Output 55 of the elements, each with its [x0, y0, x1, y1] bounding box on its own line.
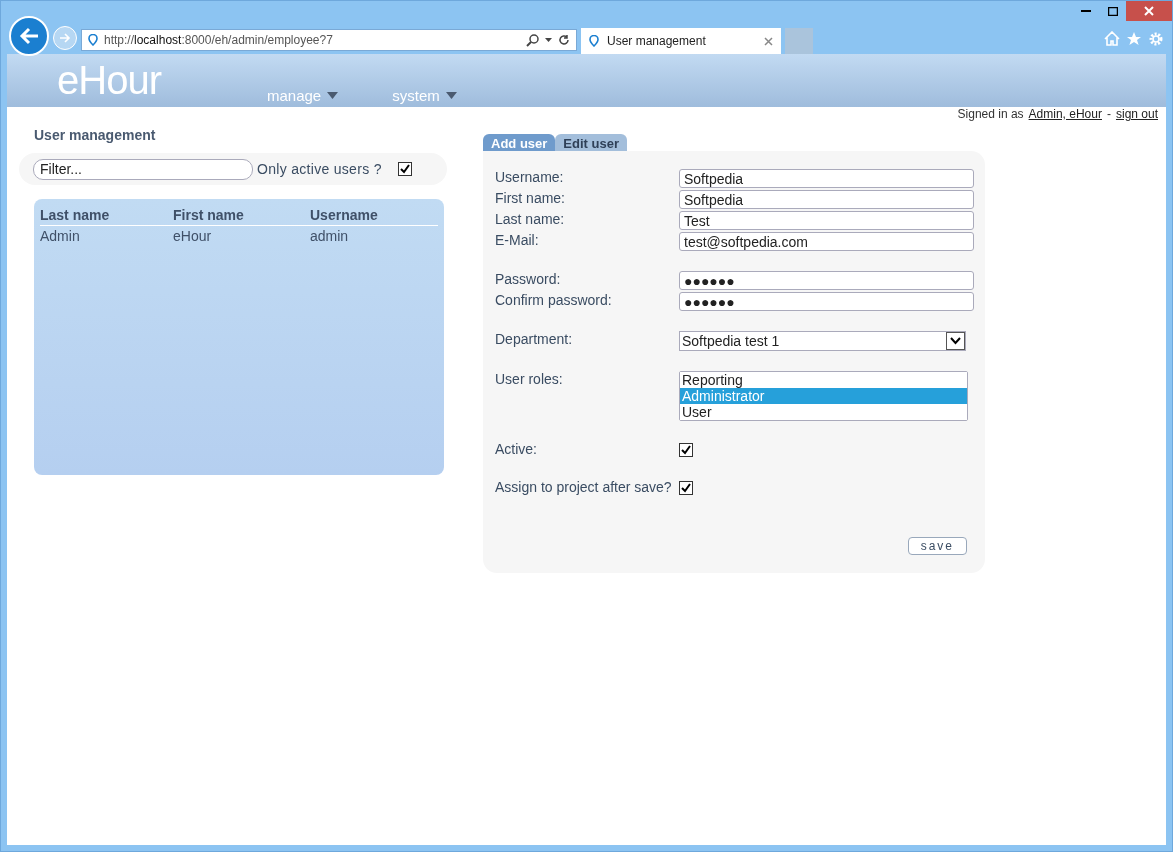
field-label: First name: [495, 190, 566, 206]
separator-text: - [1106, 107, 1111, 121]
browser-tab[interactable]: User management [581, 28, 781, 54]
address-bar[interactable]: http://localhost:8000/eh/admin/employee?7 [81, 29, 577, 51]
table-cell[interactable]: eHour [173, 228, 310, 244]
dropdown-icon[interactable] [545, 38, 552, 42]
checkmark-icon [681, 445, 691, 455]
filter-field[interactable]: Filter... [33, 158, 253, 180]
section-title: User management [33, 127, 157, 145]
checkmark-icon [399, 164, 410, 174]
text-field[interactable]: Softpedia [679, 169, 974, 188]
arrow-left-icon [19, 27, 39, 45]
save-button[interactable]: save [907, 537, 967, 555]
maximize-icon[interactable] [1107, 6, 1118, 16]
password-field[interactable]: ●●●●●● [679, 271, 974, 290]
search-icon[interactable] [526, 33, 539, 47]
checkbox[interactable] [679, 443, 693, 457]
department-dropdown[interactable]: Softpedia test 1 [679, 331, 966, 351]
field-label: Confirm password: [495, 292, 613, 308]
field-label: Active: [495, 441, 538, 457]
text-field[interactable]: Test [679, 211, 974, 230]
password-field[interactable]: ●●●●●● [679, 292, 974, 311]
checkmark-icon [681, 483, 691, 493]
column-header[interactable]: Username [310, 207, 438, 223]
column-header[interactable]: Last name [40, 207, 173, 223]
list-option[interactable]: User [680, 404, 967, 420]
text-field[interactable]: test@softpedia.com [679, 232, 974, 251]
checkbox-label: Only active users ? [257, 161, 382, 177]
field-label: Last name: [495, 211, 566, 227]
field-label: User roles: [495, 371, 564, 387]
list-option[interactable]: Reporting [680, 372, 967, 388]
field-label: Assign to project after save? [495, 479, 673, 495]
field-label: Department: [495, 331, 574, 347]
checkbox[interactable] [679, 481, 693, 495]
field-label: E-Mail: [495, 232, 540, 248]
back-button[interactable] [9, 16, 49, 56]
caret-icon [327, 92, 339, 99]
caret-icon [445, 92, 457, 99]
star-icon[interactable] [1126, 31, 1142, 46]
checkbox[interactable] [397, 162, 412, 176]
table-cell[interactable]: admin [310, 228, 438, 244]
refresh-icon[interactable] [558, 34, 570, 46]
user-link[interactable]: Admin, eHour [1028, 107, 1102, 121]
sign-out-link[interactable]: sign out [1115, 107, 1158, 121]
field-label: Username: [495, 169, 565, 185]
signed-in-text: Signed in as [957, 107, 1024, 121]
column-header[interactable]: First name [173, 207, 310, 223]
chevron-down-icon [950, 337, 961, 345]
text-field[interactable]: Softpedia [679, 190, 974, 209]
field-label: Password: [495, 271, 562, 287]
close-icon[interactable] [764, 36, 773, 46]
table-cell[interactable]: Admin [40, 228, 173, 244]
arrow-right-icon [59, 33, 71, 43]
form-tab[interactable]: Edit user [555, 134, 627, 151]
minimize-icon[interactable] [1080, 10, 1091, 12]
